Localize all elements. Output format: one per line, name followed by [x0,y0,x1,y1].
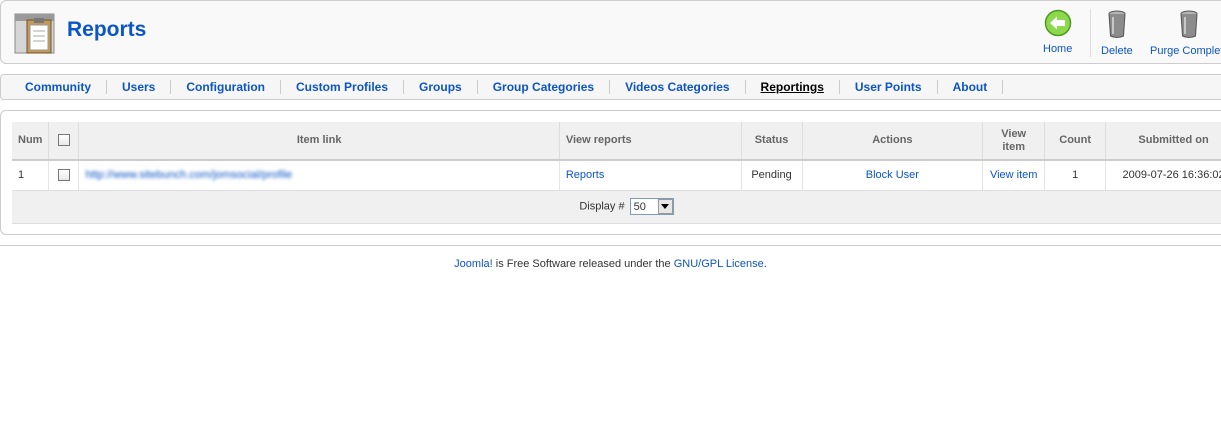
column-header-checkbox [48,122,80,161]
column-header-status[interactable]: Status [741,122,803,161]
joomla-link[interactable]: Joomla! [454,258,493,270]
view-reports-link[interactable]: Reports [566,169,605,181]
column-header-num[interactable]: Num [12,122,50,161]
column-header-view-item-line2: item [1002,140,1025,153]
column-header-view-item[interactable]: View item [982,122,1046,161]
display-count-select[interactable]: 50 [629,198,674,215]
row-submitted-on: 2009-07-26 16:36:02 [1105,160,1221,191]
row-item-link-cell: http://www.sitebunch.com/jomsocial/profi… [78,160,560,191]
table-row: 1 http://www.sitebunch.com/jomsocial/pro… [12,160,1221,191]
submenu-item-configuration[interactable]: Configuration [171,80,282,94]
column-header-view-item-line1: View [1001,127,1027,140]
submenu-item-custom-profiles[interactable]: Custom Profiles [281,80,405,94]
column-header-actions[interactable]: Actions [802,122,984,161]
row-checkbox[interactable] [57,169,70,182]
footer: Joomla! is Free Software released under … [0,258,1221,270]
column-header-count[interactable]: Count [1044,122,1107,161]
toolbar-separator [1090,9,1091,57]
table-footer-row: Display # 50 [12,190,1221,224]
delete-button[interactable]: Delete [1101,9,1133,57]
block-user-link[interactable]: Block User [866,169,919,181]
delete-label: Delete [1101,45,1133,57]
row-status: Pending [741,160,803,191]
content-box: Num Item link View reports Status Action… [0,110,1221,235]
submenu-item-groups[interactable]: Groups [404,80,478,94]
row-view-item-cell: View item [982,160,1046,191]
view-item-link[interactable]: View item [990,169,1037,181]
clipboard-icon [14,13,58,55]
display-label: Display # [579,200,625,213]
gnu-gpl-license-link[interactable]: GNU/GPL License [674,258,764,270]
trash-can-icon [1175,9,1203,42]
footer-text: is Free Software released under the [492,258,674,270]
select-all-checkbox[interactable] [57,134,70,147]
submenu-item-about[interactable]: About [938,80,1004,94]
submenu: Community Users Configuration Custom Pro… [0,74,1221,100]
row-checkbox-cell [48,160,80,191]
submenu-item-community[interactable]: Community [10,80,107,94]
submenu-item-videos-categories[interactable]: Videos Categories [610,80,746,94]
item-link[interactable]: http://www.sitebunch.com/jomsocial/profi… [85,169,292,181]
reports-table: Num Item link View reports Status Action… [12,122,1221,224]
row-num: 1 [12,160,50,191]
column-header-view-reports[interactable]: View reports [559,122,742,161]
home-arrow-icon [1044,9,1072,40]
table-header-row: Num Item link View reports Status Action… [12,122,1221,161]
submenu-item-reportings[interactable]: Reportings [746,80,840,94]
purge-complete-button[interactable]: Purge Complete [1150,9,1221,57]
footer-divider [0,245,1221,246]
pagination-cell: Display # 50 [12,190,1221,224]
home-label: Home [1043,43,1073,55]
row-count: 1 [1044,160,1107,191]
footer-period: . [763,258,767,270]
submenu-item-user-points[interactable]: User Points [840,80,938,94]
row-view-reports-cell: Reports [559,160,742,191]
purge-complete-label: Purge Complete [1150,45,1221,57]
column-header-submitted-on[interactable]: Submitted on [1105,122,1221,161]
submenu-item-group-categories[interactable]: Group Categories [478,80,611,94]
submenu-item-users[interactable]: Users [107,80,172,94]
page-title: Reports [67,18,147,41]
trash-can-icon [1103,10,1131,42]
row-actions-cell: Block User [802,160,984,191]
chevron-down-icon [657,199,673,214]
home-button[interactable]: Home [1043,9,1072,55]
display-count-value: 50 [633,200,646,213]
column-header-item-link[interactable]: Item link [78,122,560,161]
header-toolbar-box: Reports Home Delete Purge Comple [0,0,1221,64]
